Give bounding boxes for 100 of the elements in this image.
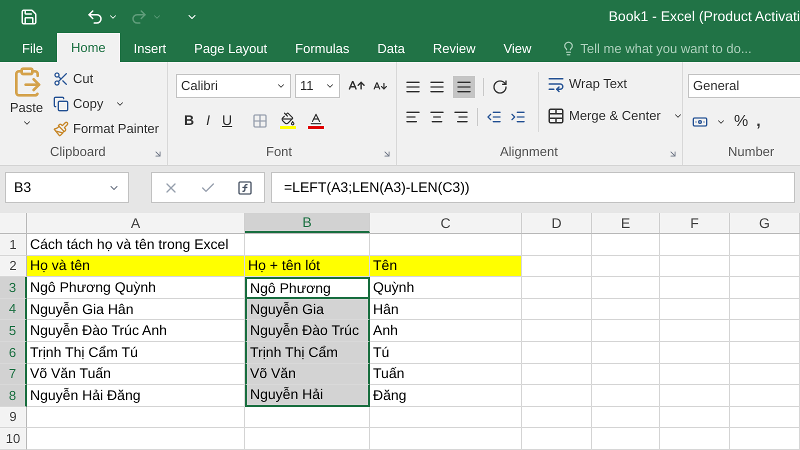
table-cell (522, 256, 592, 278)
copy-icon (53, 96, 70, 112)
align-left-icon[interactable] (405, 109, 421, 125)
ribbon-tab[interactable]: File (8, 35, 57, 62)
cut-button[interactable]: Cut (53, 68, 159, 90)
table-cell: Nguyễn Đào Trúc (245, 320, 370, 342)
table-cell (522, 385, 592, 407)
column-header[interactable]: G (730, 213, 800, 233)
table-cell: Tuấn (370, 364, 522, 386)
table-cell: Ngô Phương Quỳnh (27, 277, 245, 299)
table-cell (592, 277, 660, 299)
row-header[interactable]: 10 (0, 428, 27, 450)
ribbon-tab[interactable]: Home (56, 33, 120, 62)
bold-button[interactable]: B (184, 110, 194, 131)
paintbrush-icon (53, 121, 70, 137)
ribbon-tab[interactable]: View (489, 35, 546, 62)
formula-input[interactable]: =LEFT(A3;LEN(A3)-LEN(C3)) (271, 172, 795, 203)
table-cell: Nguyễn Hải Đăng (27, 385, 245, 407)
comma-button[interactable]: , (756, 110, 761, 134)
table-cell (592, 256, 660, 278)
font-name-dropdown[interactable]: Calibri (176, 74, 291, 98)
undo-icon[interactable] (86, 8, 104, 26)
table-cell (592, 406, 660, 428)
table-cell: Nguyễn Gia Hân (27, 298, 245, 320)
orientation-icon[interactable] (492, 79, 508, 95)
font-color-icon[interactable] (308, 112, 324, 129)
table-cell: Hân (370, 298, 522, 320)
increase-indent-icon[interactable] (510, 109, 526, 125)
ribbon-tab[interactable]: Insert (120, 35, 180, 62)
column-header[interactable]: D (522, 213, 592, 233)
table-cell (660, 385, 730, 407)
table-cell (592, 298, 660, 320)
decrease-indent-icon[interactable] (486, 109, 502, 125)
merge-center-button[interactable]: Merge & Center (547, 104, 683, 128)
tell-me-field[interactable]: Tell me what you want to do... (561, 35, 790, 62)
table-cell (592, 342, 660, 364)
ribbon-tab[interactable]: Data (363, 35, 419, 62)
table-cell: Anh (370, 320, 522, 342)
window-title: Book1 - Excel (Product Activati (608, 7, 800, 26)
table-cell (660, 256, 730, 278)
table-cell (522, 298, 592, 320)
underline-button[interactable]: U (222, 110, 232, 131)
group-label: Font (266, 142, 292, 160)
wrap-text-button[interactable]: Wrap Text (547, 72, 683, 96)
row-header[interactable]: 1 (0, 234, 27, 256)
percent-button[interactable]: % (734, 110, 748, 134)
dialog-launcher-icon[interactable] (153, 149, 163, 159)
column-header[interactable]: C (370, 213, 522, 233)
table-cell (730, 385, 800, 407)
ribbon-tab[interactable]: Page Layout (180, 35, 282, 62)
row-header[interactable]: 2 (0, 256, 27, 278)
fill-color-icon[interactable] (280, 112, 296, 129)
tell-me-input[interactable]: Tell me what you want to do... (580, 38, 790, 58)
font-size-dropdown[interactable]: 11 (294, 74, 340, 98)
row-header[interactable]: 5 (0, 320, 27, 342)
table-cell (730, 342, 800, 364)
dialog-launcher-icon[interactable] (382, 149, 392, 159)
top-align-icon[interactable] (405, 79, 421, 95)
row-header[interactable]: 4 (0, 298, 27, 320)
copy-button[interactable]: Copy (53, 93, 159, 115)
number-format-dropdown[interactable]: General (688, 74, 800, 98)
ribbon-tab[interactable]: Review (418, 35, 490, 62)
italic-button[interactable]: I (206, 110, 210, 131)
table-cell (660, 364, 730, 386)
table-cell (660, 342, 730, 364)
save-icon[interactable] (20, 8, 38, 26)
row-header[interactable]: 6 (0, 342, 27, 364)
paste-button[interactable]: Paste (8, 66, 46, 165)
table-cell (522, 364, 592, 386)
name-box[interactable]: B3 (5, 172, 129, 203)
align-center-icon[interactable] (429, 109, 445, 125)
row-header[interactable]: 9 (0, 406, 27, 428)
table-cell (522, 277, 592, 299)
bottom-align-icon[interactable] (453, 76, 475, 98)
row-header[interactable]: 7 (0, 364, 27, 386)
table-cell (592, 428, 660, 450)
group-label: Clipboard (50, 142, 106, 161)
table-cell (592, 364, 660, 386)
group-label: Number (728, 142, 774, 160)
merge-icon (547, 107, 565, 125)
table-cell: Tên (370, 256, 522, 278)
column-header[interactable]: F (660, 213, 730, 233)
table-cell: Võ Văn Tuấn (27, 364, 245, 386)
function-icon[interactable] (237, 180, 254, 196)
table-cell (660, 428, 730, 450)
middle-align-icon[interactable] (429, 79, 445, 95)
table-cell: Quỳnh (370, 277, 522, 299)
table-cell (522, 320, 592, 342)
align-right-icon[interactable] (453, 109, 469, 125)
format-painter-button[interactable]: Format Painter (53, 118, 159, 140)
column-header[interactable]: E (592, 213, 660, 233)
table-cell: Nguyễn Đào Trúc Anh (27, 320, 245, 342)
table-cell: Tú (370, 342, 522, 364)
dialog-launcher-icon[interactable] (668, 149, 678, 159)
row-header[interactable]: 3 (0, 277, 27, 299)
table-cell: Họ và tên (27, 256, 245, 278)
row-header[interactable]: 8 (0, 385, 27, 407)
ribbon-tab[interactable]: Formulas (281, 35, 364, 62)
table-cell: Cách tách họ và tên trong Excel (27, 234, 245, 256)
column-header[interactable]: B (245, 213, 370, 233)
